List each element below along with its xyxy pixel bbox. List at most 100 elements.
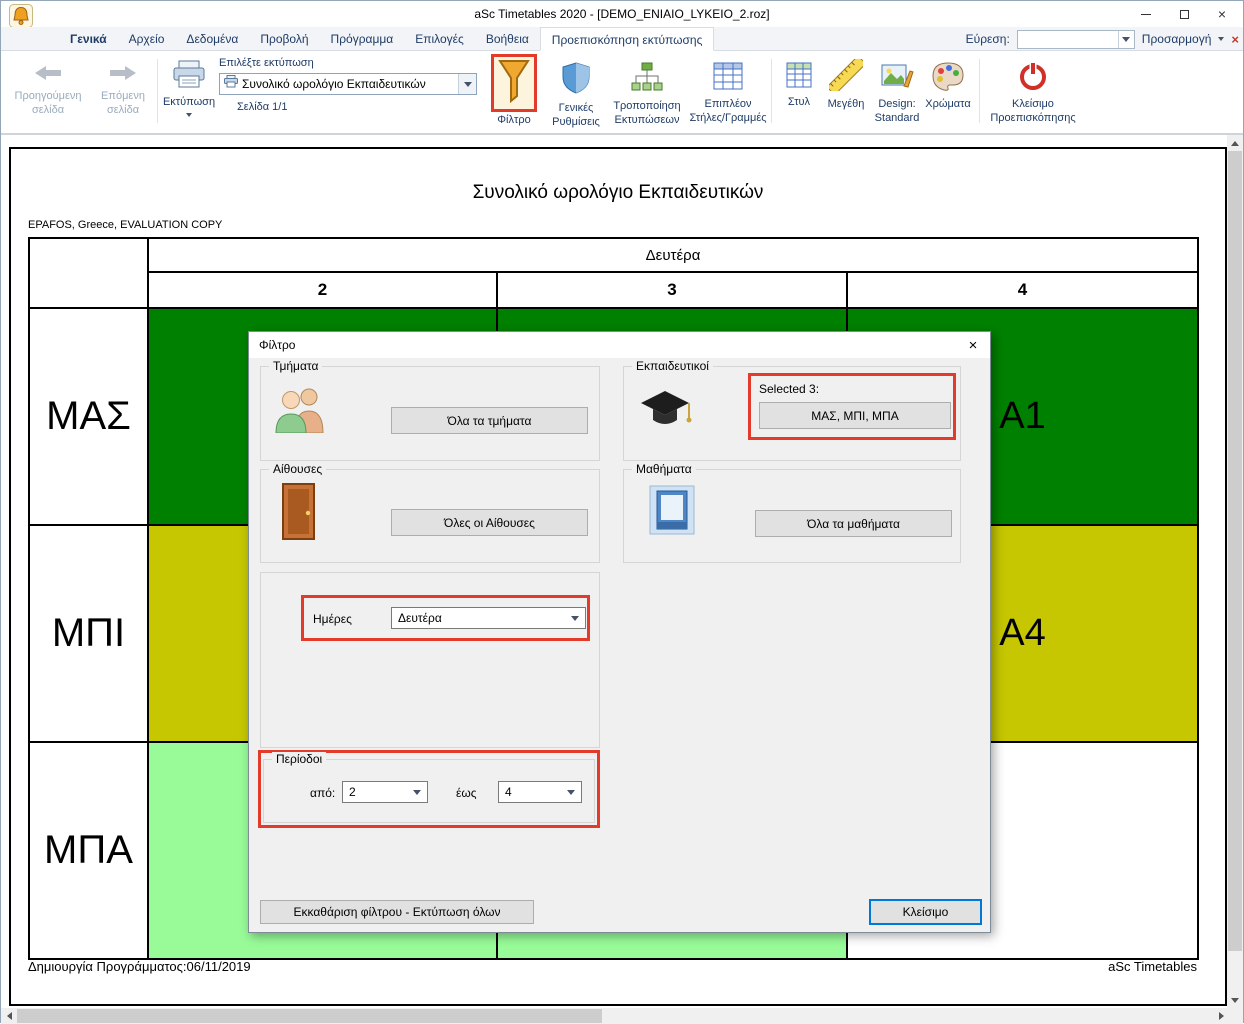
vertical-scrollbar[interactable] [1227,135,1243,1008]
previous-arrow-icon [33,63,63,88]
periods-group-label: Περίοδοι [272,752,326,766]
close-preview-button[interactable]: Κλείσιμο Προεπισκόπησης [985,61,1081,126]
printer-icon [172,59,206,94]
ribbon-tabs: Γενικά Αρχείο Δεδομένα Προβολή Πρόγραμμα… [1,27,1243,51]
previous-page-button[interactable]: Προηγούμενη σελίδα [5,63,91,118]
maximize-button[interactable] [1165,1,1203,27]
scrollbar-corner [1227,1008,1243,1024]
days-select-value: Δευτέρα [398,611,442,625]
asc-timetables-label: aSc Timetables [1108,959,1197,974]
selected-teachers-button[interactable]: ΜΑΣ, ΜΠΙ, ΜΠΑ [759,402,951,429]
tab-epiloges[interactable]: Επιλογές [404,27,475,50]
close-button[interactable]: × [1203,1,1241,27]
tab-voithia[interactable]: Βοήθεια [475,27,540,50]
modify-printouts-button[interactable]: Τροποποίηση Εκτυπώσεων [607,61,687,128]
search-input[interactable] [1017,30,1135,49]
teachers-group: Εκπαιδευτικοί Selected 3: ΜΑΣ, ΜΠΙ, ΜΠΑ [623,366,961,461]
sizes-button[interactable]: Μεγέθη [823,59,869,112]
print-dropdown-icon[interactable] [186,113,192,117]
ruler-icon [829,59,863,96]
rooms-group: Αίθουσες Όλες οι Αίθουσες [260,469,600,563]
filter-highlight-box [491,54,537,112]
days-highlight-box: Ημέρες Δευτέρα [301,595,590,641]
tab-dedomena[interactable]: Δεδομένα [175,27,249,50]
vertical-scrollbar-thumb[interactable] [1228,151,1242,951]
next-page-button[interactable]: Επόμενη σελίδα [93,63,153,118]
colors-button[interactable]: Χρώματα [923,61,973,112]
style-table-icon [785,61,813,94]
extra-columns-rows-button[interactable]: Επιπλέον Στήλες/Γραμμές [689,61,767,126]
all-classes-button[interactable]: Όλα τα τμήματα [391,407,588,434]
periods-highlight-box: Περίοδοι από: 2 έως 4 [258,750,600,828]
subjects-group-label: Μαθήματα [632,462,696,476]
subjects-group: Μαθήματα Όλα τα μαθήματα [623,469,961,563]
ribbon-close-icon[interactable]: × [1231,32,1239,47]
design-button[interactable]: Design: Standard [869,61,925,126]
filter-dialog: Φίλτρο × Τμήματα Όλα τα τμήματα Εκπαιδευ… [248,331,991,933]
classes-people-icon [273,385,329,438]
dialog-close-button[interactable]: Κλείσιμο [869,899,982,925]
page-indicator: Σελίδα 1/1 [219,101,287,113]
teacher-row-header: ΜΑΣ [29,308,148,525]
periods-from-value: 2 [349,785,356,799]
table-grid-icon [712,61,744,96]
filter-button[interactable]: Φίλτρο [488,54,540,128]
periods-from-caret-icon [413,790,421,795]
dialog-close-icon[interactable]: × [956,332,990,358]
tab-genika[interactable]: Γενικά [59,27,118,50]
teacher-row-header: ΜΠΙ [29,525,148,742]
days-label: Ημέρες [313,612,352,626]
all-rooms-button[interactable]: Όλες οι Αίθουσες [391,509,588,536]
palette-icon [931,61,965,96]
dialog-body: Τμήματα Όλα τα τμήματα Εκπαιδευτικοί [249,358,990,932]
classes-group-label: Τμήματα [269,359,322,373]
dialog-titlebar[interactable]: Φίλτρο × [249,332,990,358]
evaluation-watermark: EPAFOS, Greece, EVALUATION COPY [28,219,222,231]
org-chart-icon [630,61,664,98]
periods-to-label: έως [456,786,477,800]
print-selection-dropdown-icon[interactable] [458,74,476,94]
print-selection-group: Επιλέξτε εκτύπωση Συνολικό ωρολόγιο Εκπα… [219,57,481,113]
graduation-cap-icon [638,389,692,436]
funnel-icon [497,59,531,108]
tab-provoli[interactable]: Προβολή [249,27,319,50]
all-subjects-button[interactable]: Όλα τα μαθήματα [755,510,952,537]
teachers-group-label: Εκπαιδευτικοί [632,359,713,373]
scroll-down-button[interactable] [1227,992,1243,1008]
next-arrow-icon [108,63,138,88]
days-group: Ημέρες Δευτέρα [260,572,600,748]
horizontal-scrollbar-thumb[interactable] [17,1009,602,1023]
print-button[interactable]: Εκτύπωση [163,59,215,117]
period-header-cell: 4 [847,272,1198,308]
style-button[interactable]: Στυλ [777,61,821,110]
shield-icon [561,61,591,100]
door-icon [279,482,321,547]
scroll-left-button[interactable] [1,1008,17,1024]
general-settings-button[interactable]: Γενικές Ρυθμίσεις [547,61,605,130]
print-selection-combobox[interactable]: Συνολικό ωρολόγιο Εκπαιδευτικών [219,73,477,95]
customize-dropdown-icon[interactable] [1218,37,1224,41]
search-dropdown-icon[interactable] [1118,31,1134,48]
book-icon [648,484,696,541]
power-icon [1018,61,1048,96]
classes-group: Τμήματα Όλα τα τμήματα [260,366,600,461]
periods-to-select[interactable]: 4 [498,781,582,803]
print-selection-value: Συνολικό ωρολόγιο Εκπαιδευτικών [242,77,426,91]
titlebar: aSc Timetables 2020 - [DEMO_ENIAIO_LYKEI… [1,1,1243,27]
tab-print-preview[interactable]: Προεπισκόπηση εκτύπωσης [540,27,715,51]
tab-programma[interactable]: Πρόγραμμα [320,27,405,50]
page-title: Συνολικό ωρολόγιο Εκπαιδευτικών [11,182,1225,204]
creation-date-label: Δημιουργία Προγράμματος:06/11/2019 [28,959,251,974]
rooms-group-label: Αίθουσες [269,462,326,476]
teacher-row-header: ΜΠΑ [29,742,148,959]
tab-archeio[interactable]: Αρχείο [118,27,176,50]
periods-from-select[interactable]: 2 [342,781,428,803]
customize-button[interactable]: Προσαρμογή [1142,32,1212,46]
period-header-cell: 3 [497,272,847,308]
scroll-up-button[interactable] [1227,135,1243,151]
clear-filter-button[interactable]: Εκκαθάριση φίλτρου - Εκτύπωση όλων [260,900,534,924]
timetable-corner-cell [29,238,148,308]
horizontal-scrollbar[interactable] [1,1008,1229,1024]
minimize-button[interactable] [1127,1,1165,27]
days-select[interactable]: Δευτέρα [391,607,586,629]
